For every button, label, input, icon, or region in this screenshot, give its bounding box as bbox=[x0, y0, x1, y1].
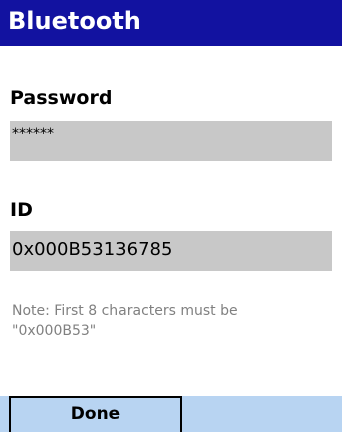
note-text: Note: First 8 characters must be "0x000B… bbox=[12, 303, 238, 339]
menu-bar: Done bbox=[0, 396, 342, 432]
title-bar: Bluetooth bbox=[0, 0, 342, 46]
id-label: ID bbox=[10, 199, 33, 221]
password-label: Password bbox=[10, 87, 113, 109]
password-field[interactable]: ****** bbox=[10, 121, 332, 161]
done-button[interactable]: Done bbox=[9, 396, 182, 432]
page-title: Bluetooth bbox=[8, 7, 141, 35]
id-field[interactable]: 0x000B53136785 bbox=[10, 231, 332, 271]
